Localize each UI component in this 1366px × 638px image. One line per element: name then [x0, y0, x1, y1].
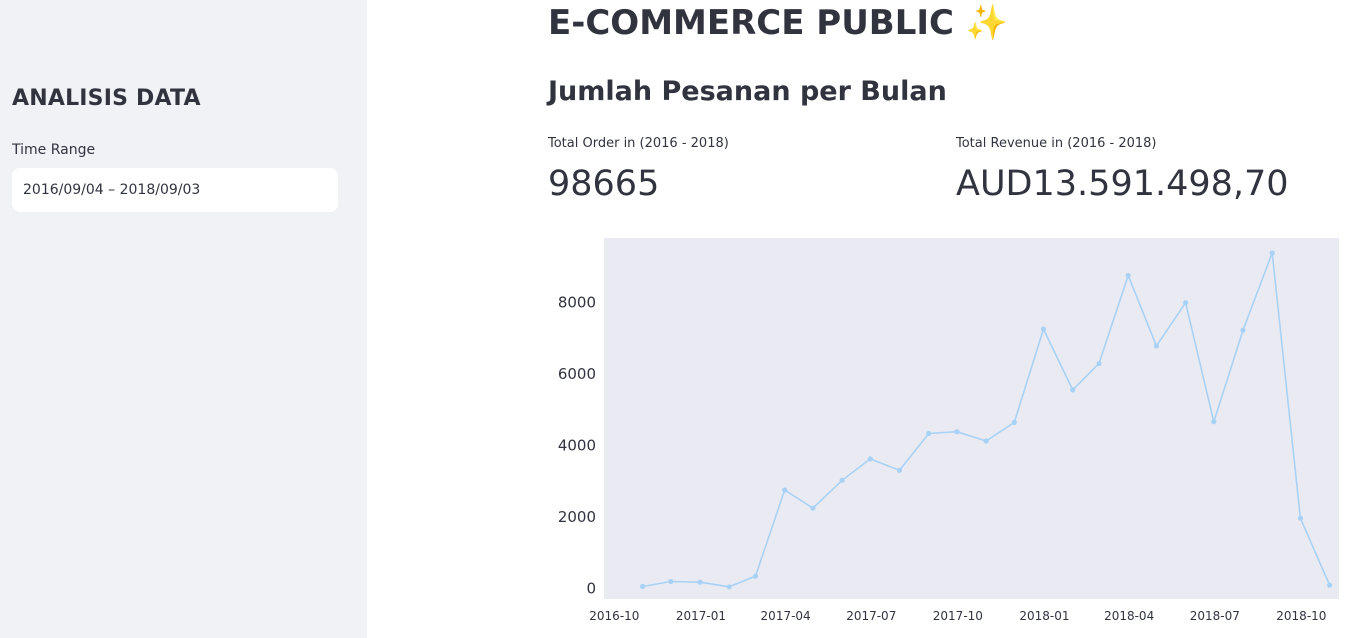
page-title-text: E-COMMERCE PUBLIC [548, 3, 954, 43]
section-subtitle: Jumlah Pesanan per Bulan [548, 76, 947, 107]
data-point [668, 578, 674, 585]
data-point [1183, 300, 1189, 306]
data-point [1153, 343, 1159, 349]
chart-svg: 0 2000 4000 6000 8000 2016-10 2017-01 2017-04 20… [558, 238, 1339, 623]
y-tick-label: 2000 [558, 508, 596, 526]
x-tick-label: 2018-10 [1276, 609, 1326, 623]
plot-area [604, 238, 1339, 599]
sidebar-title: ANALISIS DATA [12, 86, 201, 111]
data-point [1040, 326, 1047, 332]
data-point [1269, 250, 1275, 256]
x-tick-label: 2018-04 [1104, 609, 1154, 623]
x-tick-label: 2017-01 [676, 609, 726, 623]
data-point [896, 467, 903, 473]
data-point [726, 584, 732, 590]
data-point [752, 573, 759, 579]
sidebar: ANALISIS DATA Time Range 2016/09/04 – 20… [0, 0, 367, 638]
x-tick-label: 2016-10 [589, 609, 639, 623]
data-point [782, 487, 788, 493]
y-tick-label: 4000 [558, 436, 596, 454]
x-tick-label: 2018-07 [1190, 609, 1240, 623]
data-point [839, 477, 845, 483]
x-tick-label: 2017-04 [761, 609, 811, 623]
data-point [697, 579, 703, 585]
data-point [640, 583, 646, 590]
total-order-label: Total Order in (2016 - 2018) [548, 136, 729, 151]
data-point [1211, 419, 1217, 425]
time-range-input[interactable]: 2016/09/04 – 2018/09/03 [12, 168, 338, 212]
data-point [1125, 272, 1131, 279]
orders-line-chart: 0 2000 4000 6000 8000 2016-10 2017-01 2017-04 20… [540, 230, 1350, 638]
total-revenue-label: Total Revenue in (2016 - 2018) [956, 136, 1157, 151]
time-range-label: Time Range [12, 142, 96, 158]
page-title: E-COMMERCE PUBLIC ✨ [548, 3, 1008, 43]
x-tick-label: 2017-10 [933, 609, 983, 623]
data-point [1240, 327, 1246, 333]
data-point [954, 429, 960, 435]
data-point [983, 438, 989, 444]
data-point [1297, 515, 1303, 521]
data-point [1096, 360, 1102, 367]
data-point [1070, 387, 1076, 393]
data-point [1011, 419, 1017, 425]
x-tick-label: 2018-01 [1019, 609, 1069, 623]
sparkles-icon: ✨ [965, 3, 1009, 43]
data-point [867, 456, 873, 462]
y-tick-label: 8000 [558, 293, 596, 311]
y-tick-label: 0 [586, 579, 596, 597]
data-point [810, 505, 816, 511]
total-revenue-value: AUD13.591.498,70 [956, 164, 1289, 204]
data-point [926, 430, 932, 437]
x-tick-label: 2017-07 [846, 609, 896, 623]
y-tick-label: 6000 [558, 365, 596, 383]
total-order-value: 98665 [548, 164, 660, 204]
data-point [1327, 582, 1333, 588]
